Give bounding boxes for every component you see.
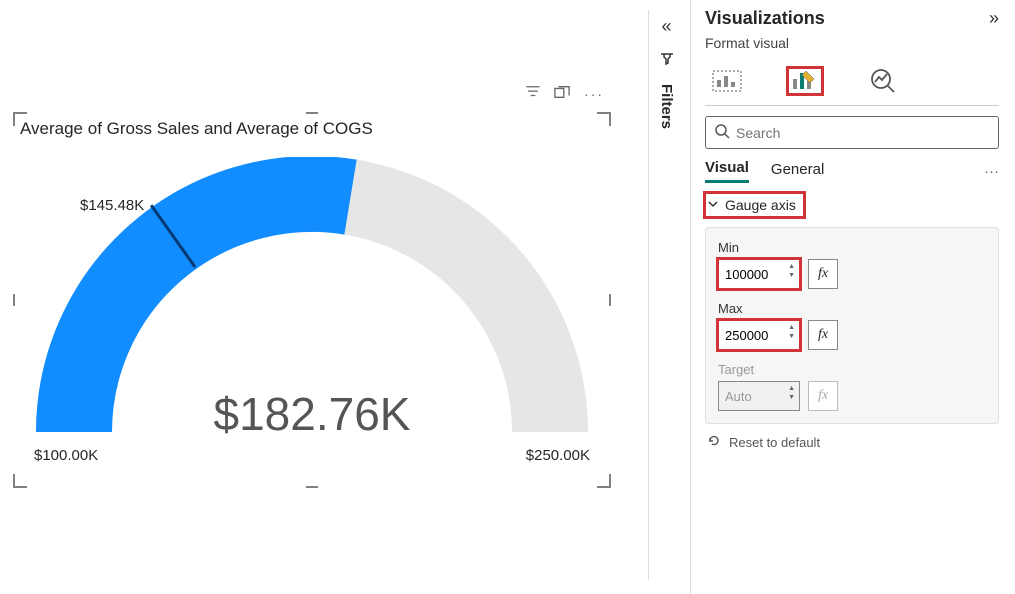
min-label: Min <box>718 240 986 255</box>
collapse-chevron-icon[interactable]: « <box>661 16 671 37</box>
filter-icon[interactable] <box>526 85 540 102</box>
spinner-up-icon: ▲ <box>788 385 795 392</box>
visual-frame[interactable]: Average of Gross Sales and Average of CO… <box>14 113 610 487</box>
build-visual-icon[interactable] <box>709 67 745 95</box>
target-label: Target <box>718 362 986 377</box>
gauge-value-label: $182.76K <box>14 387 610 441</box>
format-visual-icon[interactable] <box>787 67 823 95</box>
max-input-wrapper[interactable]: ▲▼ <box>718 320 800 350</box>
max-label: Max <box>718 301 986 316</box>
spinner-down-icon[interactable]: ▼ <box>788 333 795 340</box>
visualizations-pane: Visualizations » Format visual Visual Ge… <box>690 0 1013 594</box>
chevron-down-icon <box>707 197 719 213</box>
focus-mode-icon[interactable] <box>554 85 570 102</box>
format-search-box[interactable] <box>705 116 999 149</box>
min-input[interactable] <box>725 267 779 282</box>
resize-handle-tr[interactable] <box>597 112 611 126</box>
section-gauge-axis-title: Gauge axis <box>725 197 796 213</box>
gauge-visual[interactable]: ··· Average of Gross Sales and Average o… <box>14 113 610 487</box>
spinner-down-icon: ▼ <box>788 394 795 401</box>
filters-funnel-icon[interactable] <box>659 51 675 70</box>
min-input-wrapper[interactable]: ▲▼ <box>718 259 800 289</box>
tab-visual[interactable]: Visual <box>705 159 749 183</box>
gauge-min-label: $100.00K <box>34 447 98 464</box>
gauge-max-label: $250.00K <box>526 447 590 464</box>
expand-chevron-icon[interactable]: » <box>989 8 999 29</box>
visualizations-title: Visualizations <box>705 8 825 29</box>
section-gauge-axis-header[interactable]: Gauge axis <box>705 193 804 217</box>
format-search-input[interactable] <box>736 125 990 141</box>
min-fx-button[interactable]: fx <box>808 259 838 289</box>
tabs-more-icon[interactable]: ··· <box>984 163 999 180</box>
chart-title: Average of Gross Sales and Average of CO… <box>20 119 373 139</box>
format-mode-tabs <box>705 61 999 106</box>
tab-general[interactable]: General <box>771 161 824 182</box>
target-input <box>725 389 779 404</box>
spinner-up-icon[interactable]: ▲ <box>788 324 795 331</box>
analytics-icon[interactable] <box>865 67 901 95</box>
resize-handle-t[interactable] <box>306 112 318 114</box>
more-options-icon[interactable]: ··· <box>584 86 604 102</box>
target-fx-button: fx <box>808 381 838 411</box>
section-gauge-axis-body: Min ▲▼ fx Max ▲▼ fx Target <box>705 227 999 424</box>
filters-pane-label[interactable]: Filters <box>658 84 675 129</box>
target-input-wrapper: ▲▼ <box>718 381 800 411</box>
spinner-down-icon[interactable]: ▼ <box>788 272 795 279</box>
reset-to-default[interactable]: Reset to default <box>705 434 999 451</box>
search-icon <box>714 123 730 142</box>
max-fx-button[interactable]: fx <box>808 320 838 350</box>
gauge-target-label: $145.48K <box>80 197 144 214</box>
reset-icon <box>707 434 721 451</box>
max-input[interactable] <box>725 328 779 343</box>
report-canvas[interactable]: ··· Average of Gross Sales and Average o… <box>0 0 642 594</box>
gauge-chart: $145.48K $182.76K $100.00K $250.00K <box>14 147 610 487</box>
filters-pane-collapsed[interactable]: « Filters <box>648 10 684 580</box>
spinner-up-icon[interactable]: ▲ <box>788 263 795 270</box>
format-visual-subtitle: Format visual <box>705 35 999 51</box>
visual-toolbar: ··· <box>526 85 604 102</box>
reset-to-default-label: Reset to default <box>729 435 820 450</box>
